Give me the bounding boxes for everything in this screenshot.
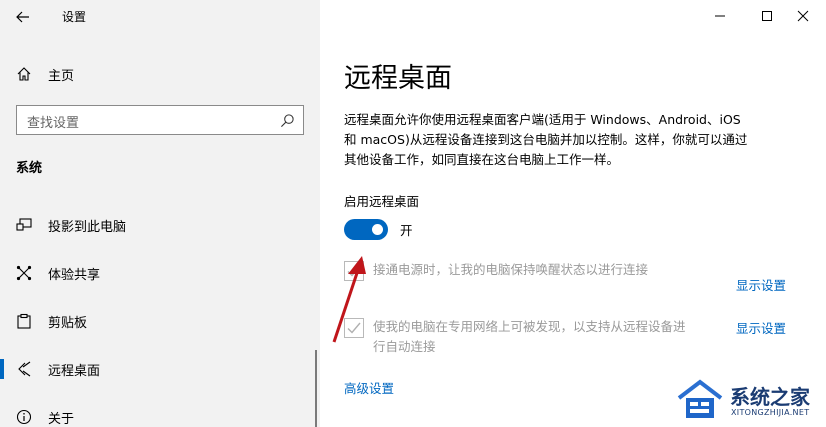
clipboard-icon bbox=[17, 313, 31, 329]
search-icon[interactable] bbox=[280, 113, 295, 128]
selection-indicator bbox=[0, 359, 4, 379]
keep-awake-text: 接通电源时，让我的电脑保持唤醒状态以进行连接 bbox=[373, 262, 649, 277]
show-settings-link-1[interactable]: 显示设置 bbox=[736, 275, 786, 294]
sidebar-item-project[interactable]: 投影到此电脑 bbox=[0, 207, 320, 243]
sidebar-item-label: 远程桌面 bbox=[48, 364, 101, 379]
search-input[interactable]: 查找设置 bbox=[16, 105, 304, 135]
sidebar-item-about[interactable]: 关于 bbox=[0, 399, 320, 427]
remote-desktop-toggle[interactable] bbox=[344, 219, 388, 240]
sidebar-item-home[interactable]: 主页 bbox=[0, 58, 320, 90]
home-icon bbox=[17, 67, 31, 81]
sidebar-item-clipboard[interactable]: 剪贴板 bbox=[0, 303, 320, 339]
watermark-text: 系统之家 bbox=[730, 385, 810, 409]
description-line: 和 macOS)从远程设备连接到这台电脑并加以控制。这样，你就可以通过 bbox=[344, 132, 748, 147]
annotation-arrow-icon bbox=[332, 256, 366, 343]
sidebar-item-label: 关于 bbox=[48, 412, 75, 427]
app-title: 设置 bbox=[62, 10, 87, 24]
page-title: 远程桌面 bbox=[344, 63, 452, 94]
toggle-state-text: 开 bbox=[400, 223, 413, 238]
discoverable-text-line: 行自动连接 bbox=[373, 339, 436, 354]
discoverable-text-line: 使我的电脑在专用网络上可被发现，以支持从远程设备进 bbox=[373, 319, 686, 334]
search-placeholder: 查找设置 bbox=[27, 116, 80, 131]
house-logo-icon bbox=[677, 379, 723, 418]
back-arrow-icon bbox=[16, 11, 29, 23]
close-icon bbox=[797, 10, 809, 22]
minimize-button[interactable] bbox=[697, 0, 743, 32]
sidebar-item-share[interactable]: 体验共享 bbox=[0, 255, 320, 291]
minimize-icon bbox=[715, 15, 725, 17]
discoverable-text: 使我的电脑在专用网络上可被发现，以支持从远程设备进 行自动连接 bbox=[373, 317, 686, 357]
back-button[interactable] bbox=[10, 5, 36, 29]
close-button[interactable] bbox=[780, 0, 826, 32]
maximize-icon bbox=[762, 11, 772, 21]
sidebar-item-label: 投影到此电脑 bbox=[48, 220, 127, 235]
description-line: 远程桌面允许你使用远程桌面客户端(适用于 Windows、Android、iOS bbox=[344, 112, 741, 127]
show-settings-link-2[interactable]: 显示设置 bbox=[736, 318, 786, 337]
info-icon bbox=[16, 409, 32, 425]
remote-desktop-toggle-label: 启用远程桌面 bbox=[344, 194, 420, 209]
sidebar-item-label: 剪贴板 bbox=[48, 316, 88, 331]
description: 远程桌面允许你使用远程桌面客户端(适用于 Windows、Android、iOS… bbox=[344, 110, 804, 170]
description-line: 其他设备工作，如同直接在这台电脑上工作一样。 bbox=[344, 152, 620, 167]
sidebar-item-remote-desktop[interactable]: 远程桌面 bbox=[0, 351, 320, 387]
sidebar-scrollbar[interactable] bbox=[315, 350, 317, 427]
remote-desktop-icon bbox=[18, 361, 31, 377]
toggle-knob bbox=[372, 224, 383, 235]
advanced-settings-link[interactable]: 高级设置 bbox=[344, 378, 394, 397]
section-title: 系统 bbox=[16, 161, 43, 176]
sidebar: 设置 主页 查找设置 系统 投影到此电脑 体验共享 剪贴板 远程桌面 关于 bbox=[0, 0, 320, 427]
watermark-subtext: XITONGZHIJIA.NET bbox=[731, 408, 810, 417]
project-screen-icon bbox=[16, 218, 32, 231]
sidebar-item-label: 体验共享 bbox=[48, 268, 101, 283]
share-experience-icon bbox=[16, 265, 32, 281]
sidebar-item-label: 主页 bbox=[48, 69, 75, 84]
